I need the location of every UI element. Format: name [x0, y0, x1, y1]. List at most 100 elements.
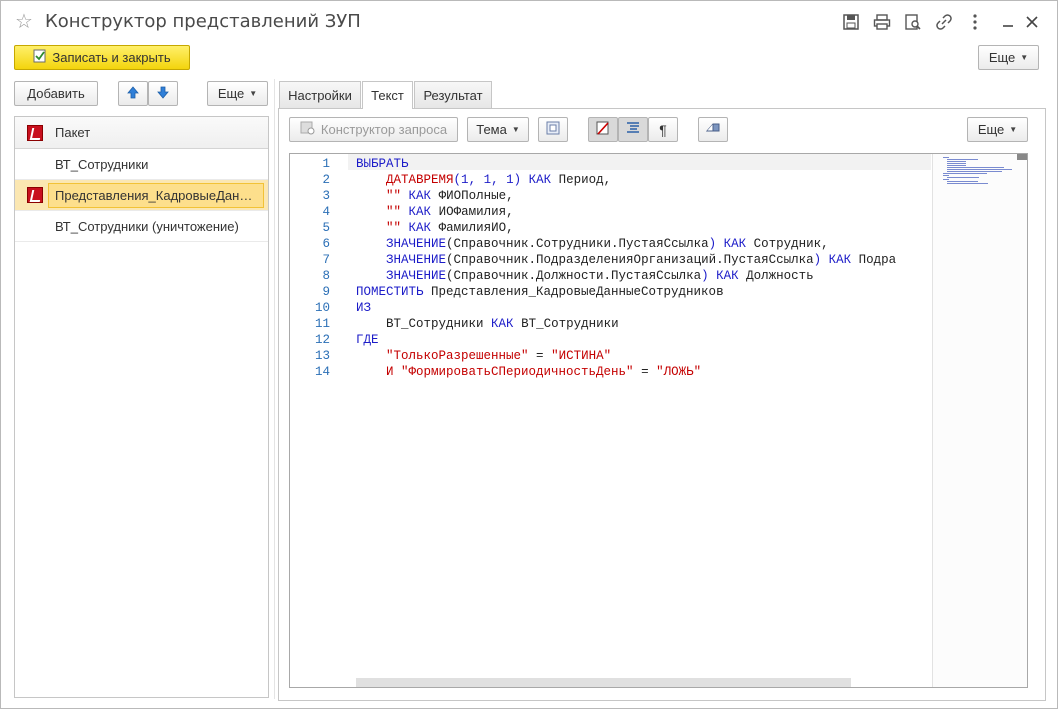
- close-icon[interactable]: [1023, 13, 1041, 31]
- code-minimap[interactable]: [932, 154, 1027, 687]
- save-and-close-label: Записать и закрыть: [52, 50, 171, 65]
- theme-button[interactable]: Тема ▼: [467, 117, 529, 142]
- list-item[interactable]: ВТ_Сотрудники: [15, 149, 268, 180]
- move-down-button[interactable]: [148, 81, 178, 106]
- package-list: Пакет ВТ_Сотрудники Представления_Кадров…: [14, 116, 269, 698]
- print-icon[interactable]: [873, 13, 891, 31]
- list-item[interactable]: ВТ_Сотрудники (уничтожение): [15, 211, 268, 242]
- more-button-left[interactable]: Еще ▼: [207, 81, 268, 106]
- more-label-left: Еще: [217, 86, 245, 101]
- syntax-check-button[interactable]: [588, 117, 618, 142]
- horizontal-scrollbar[interactable]: [356, 678, 851, 687]
- minimap-line: [947, 159, 978, 160]
- more-button-editor[interactable]: Еще ▼: [967, 117, 1028, 142]
- window-title: Конструктор представлений ЗУП: [45, 11, 361, 32]
- chevron-down-icon: ▼: [511, 125, 520, 134]
- favorite-star-icon[interactable]: ☆: [15, 9, 33, 34]
- tab-label: Настройки: [288, 87, 352, 103]
- query-builder-button[interactable]: Конструктор запроса: [289, 117, 458, 142]
- line-number: 13: [314, 349, 330, 363]
- list-item-selected[interactable]: Представления_КадровыеДанн...: [15, 180, 268, 211]
- minimize-icon[interactable]: [999, 13, 1017, 31]
- tab-result[interactable]: Результат: [414, 81, 492, 108]
- minimap-line: [947, 169, 1012, 170]
- minimap-line: [947, 163, 966, 164]
- line-number: 1: [322, 157, 330, 171]
- tab-settings[interactable]: Настройки: [279, 81, 361, 108]
- minimap-line: [943, 179, 949, 180]
- more-vertical-icon[interactable]: [966, 13, 984, 31]
- code-line: ПОМЕСТИТЬ Представления_КадровыеДанныеСо…: [356, 285, 724, 299]
- save-check-icon: [33, 49, 47, 66]
- line-number: 2: [322, 173, 330, 187]
- frame-button[interactable]: [538, 117, 568, 142]
- save-and-close-button[interactable]: Записать и закрыть: [14, 45, 190, 70]
- link-icon[interactable]: [935, 13, 953, 31]
- eraser-button[interactable]: [698, 117, 728, 142]
- list-item-label: Представления_КадровыеДанн...: [48, 182, 264, 208]
- minimap-line: [947, 177, 979, 178]
- query-text-editor[interactable]: 1 ВЫБРАТЬ 2 ДАТАВРЕМЯ(1, 1, 1) КАК Период,…: [289, 153, 1028, 688]
- code-line: ЗНАЧЕНИЕ(Справочник.Сотрудники.ПустаяСсы…: [386, 237, 829, 251]
- line-number: 10: [314, 301, 330, 315]
- code-line: "" КАК ФИОПолные,: [386, 189, 514, 203]
- add-button[interactable]: Добавить: [14, 81, 98, 106]
- move-up-button[interactable]: [118, 81, 148, 106]
- code-line: ЗНАЧЕНИЕ(Справочник.ПодразделенияОрганиз…: [386, 253, 897, 267]
- code-line: ДАТАВРЕМЯ(1, 1, 1) КАК Период,: [386, 173, 612, 187]
- splitter[interactable]: [274, 79, 275, 699]
- tab-text[interactable]: Текст: [362, 81, 413, 109]
- show-paragraph-button[interactable]: ¶: [648, 117, 678, 142]
- minimap-line: [947, 183, 989, 184]
- window: ☆ Конструктор представлений ЗУП Записать…: [0, 0, 1058, 709]
- list-item-label: ВТ_Сотрудники (уничтожение): [55, 218, 239, 234]
- eraser-icon: [705, 122, 721, 137]
- column-header-package: Пакет: [55, 125, 91, 140]
- line-number: 5: [322, 221, 330, 235]
- line-number: 6: [322, 237, 330, 251]
- add-label: Добавить: [27, 86, 85, 101]
- line-number: 3: [322, 189, 330, 203]
- line-number: 9: [322, 285, 330, 299]
- align-lines-icon: [625, 121, 641, 138]
- package-icon: [27, 187, 43, 203]
- chevron-down-icon: ▼: [1020, 53, 1029, 62]
- code-line: "" КАК ФамилияИО,: [386, 221, 514, 235]
- more-label: Еще: [988, 50, 1016, 65]
- line-number: 11: [314, 317, 330, 331]
- code-line: "ТолькоРазрешенные" = "ИСТИНА": [386, 349, 612, 363]
- pilcrow-icon: ¶: [659, 121, 667, 138]
- arrow-down-icon: [157, 86, 169, 102]
- minimap-line: [947, 161, 966, 162]
- query-builder-icon: [300, 120, 316, 139]
- format-button[interactable]: [618, 117, 648, 142]
- syntax-check-icon: [595, 120, 611, 139]
- minimap-line: [943, 173, 988, 174]
- minimap-line: [947, 171, 1002, 172]
- arrow-up-icon: [127, 85, 139, 102]
- minimap-line: [943, 157, 950, 158]
- title-bar: ☆ Конструктор представлений ЗУП: [1, 1, 1057, 43]
- frame-icon: [546, 121, 560, 138]
- save-icon[interactable]: [842, 13, 860, 31]
- chevron-down-icon: ▼: [1009, 125, 1018, 134]
- code-line: ВТ_Сотрудники КАК ВТ_Сотрудники: [386, 317, 619, 331]
- preview-icon[interactable]: [904, 13, 922, 31]
- theme-label: Тема: [476, 122, 507, 137]
- minimap-line: [943, 175, 949, 176]
- line-number: 4: [322, 205, 330, 219]
- tab-label: Текст: [371, 88, 404, 103]
- package-icon: [27, 124, 43, 141]
- vertical-scrollbar[interactable]: [1017, 154, 1027, 160]
- line-number: 7: [322, 253, 330, 267]
- more-button-top[interactable]: Еще ▼: [978, 45, 1039, 70]
- minimap-line: [947, 167, 1004, 168]
- line-number: 12: [314, 333, 330, 347]
- package-list-header: Пакет: [15, 117, 268, 149]
- line-number: 8: [322, 269, 330, 283]
- code-line: И "ФормироватьСПериодичностьДень" = "ЛОЖ…: [386, 365, 702, 379]
- code-line: ВЫБРАТЬ: [356, 157, 409, 171]
- code-line: "" КАК ИОФамилия,: [386, 205, 514, 219]
- minimap-line: [947, 181, 978, 182]
- code-line: ИЗ: [356, 301, 372, 315]
